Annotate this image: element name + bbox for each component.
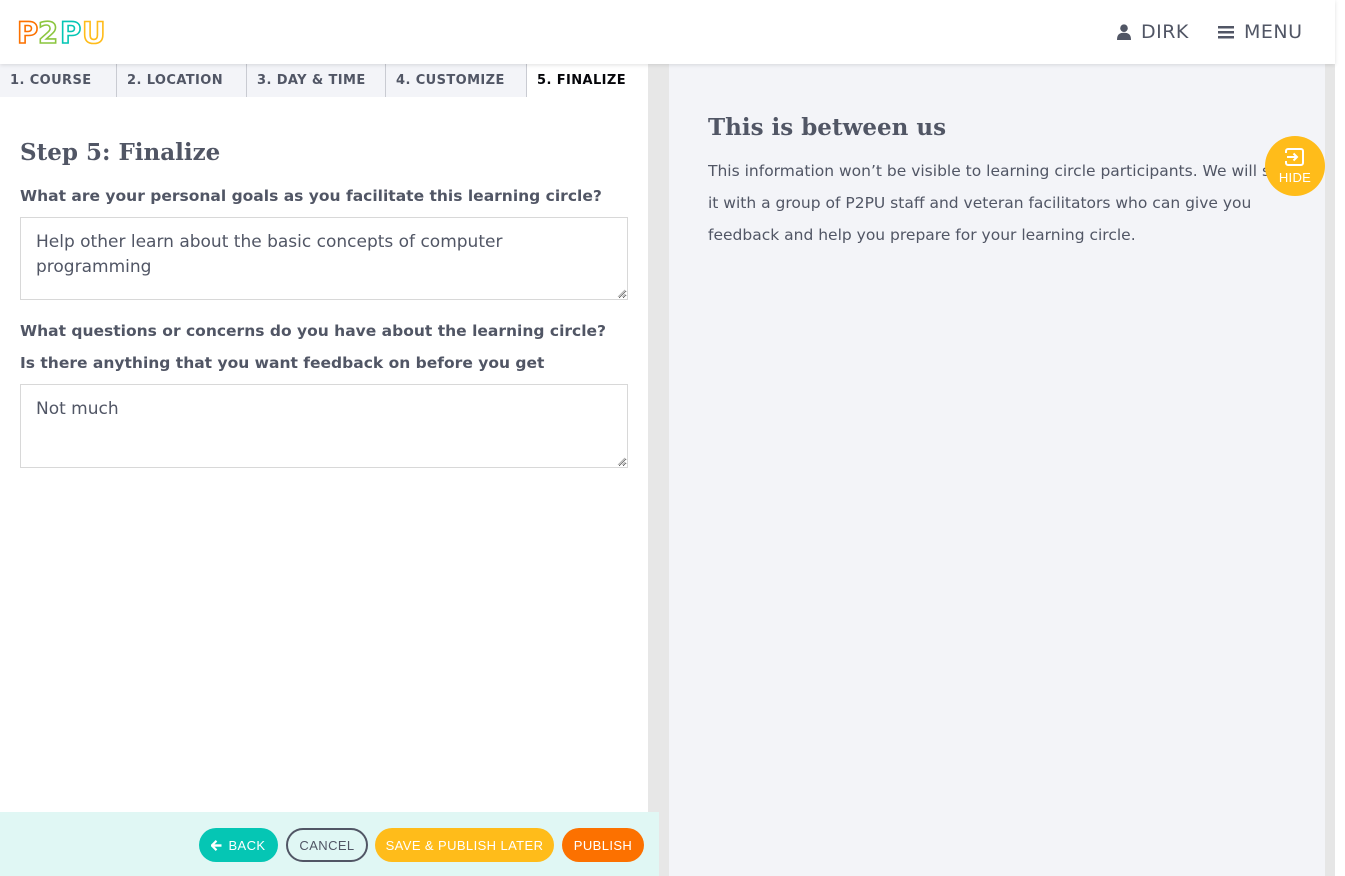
step-title: Step 5: Finalize	[20, 139, 221, 166]
user-icon	[1117, 24, 1131, 40]
cancel-button[interactable]: CANCEL	[286, 828, 368, 862]
goals-question-label: What are your personal goals as you faci…	[20, 187, 602, 205]
tab-location[interactable]: 2. LOCATION	[117, 64, 247, 97]
publish-button[interactable]: PUBLISH	[562, 828, 644, 862]
top-navbar: P 2 P U DIRK MENU	[0, 0, 1335, 64]
svg-text:P: P	[17, 17, 38, 47]
goals-text: Help other learn about the basic concept…	[36, 232, 503, 277]
user-menu[interactable]: DIRK	[1117, 18, 1189, 46]
hide-label: HIDE	[1278, 169, 1312, 185]
concerns-textarea[interactable]: Not much	[20, 384, 628, 468]
save-publish-later-button[interactable]: SAVE & PUBLISH LATER	[375, 828, 554, 862]
svg-text:U: U	[82, 17, 105, 47]
concerns-text: Not much	[36, 399, 119, 419]
back-button[interactable]: BACK	[199, 828, 278, 862]
svg-text:2: 2	[38, 17, 58, 47]
step-tabs: 1. COURSE 2. LOCATION 3. DAY & TIME 4. C…	[0, 64, 648, 97]
tab-customize[interactable]: 4. CUSTOMIZE	[386, 64, 527, 97]
form-pane: 1. COURSE 2. LOCATION 3. DAY & TIME 4. C…	[0, 64, 648, 876]
action-bar: BACK CANCEL SAVE & PUBLISH LATER PUBLISH	[0, 812, 659, 876]
window-edge	[1335, 0, 1345, 876]
arrow-left-icon	[211, 839, 222, 851]
svg-text:P: P	[60, 17, 81, 47]
help-title: This is between us	[708, 114, 947, 141]
p2pu-logo[interactable]: P 2 P U	[16, 15, 106, 51]
menu-label: MENU	[1244, 21, 1303, 43]
hamburger-icon	[1218, 26, 1234, 39]
tab-course[interactable]: 1. COURSE	[0, 64, 117, 97]
tab-day-time[interactable]: 3. DAY & TIME	[247, 64, 386, 97]
help-pane: This is between us This information won’…	[669, 64, 1325, 876]
resize-grip-icon[interactable]	[617, 289, 625, 297]
help-body: This information won’t be visible to lea…	[708, 162, 1305, 244]
hide-help-button[interactable]: HIDE	[1265, 136, 1325, 196]
resize-grip-icon[interactable]	[617, 457, 625, 465]
page-scrollbar[interactable]	[1325, 64, 1335, 876]
main-menu-button[interactable]: MENU	[1218, 18, 1303, 46]
tab-finalize[interactable]: 5. FINALIZE	[527, 64, 648, 97]
back-label: BACK	[228, 837, 266, 853]
sign-in-icon	[1285, 147, 1304, 166]
user-name: DIRK	[1141, 21, 1189, 43]
goals-textarea[interactable]: Help other learn about the basic concept…	[20, 217, 628, 300]
form-pane-scrollbar[interactable]	[648, 64, 669, 876]
